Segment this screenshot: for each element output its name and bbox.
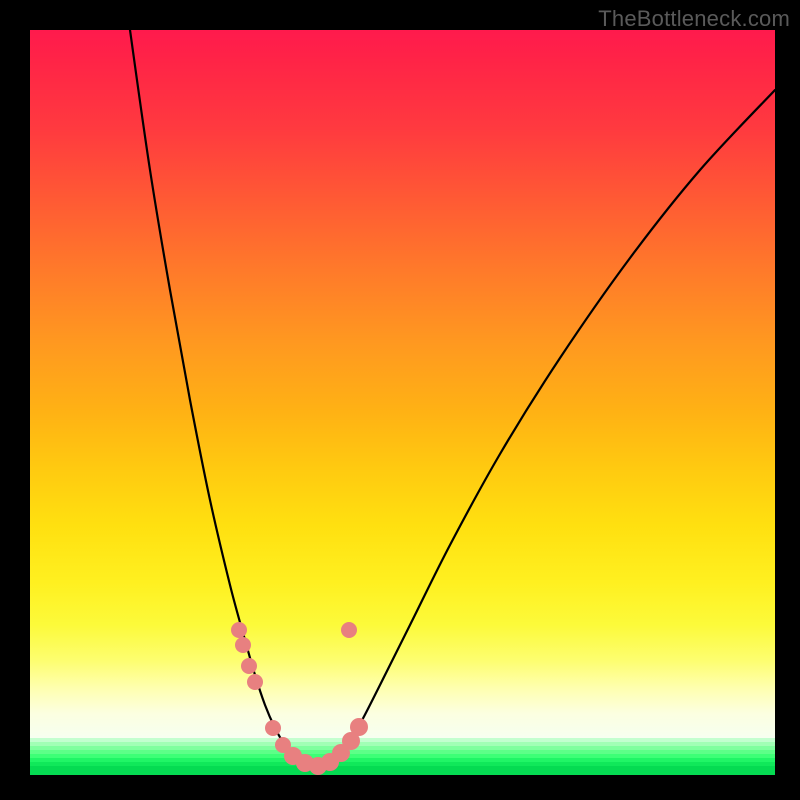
curve-layer: [30, 30, 775, 775]
watermark-text: TheBottleneck.com: [598, 6, 790, 32]
plot-area: [30, 30, 775, 775]
marker-group: [231, 622, 368, 775]
marker-point-2: [241, 658, 257, 674]
marker-point-12: [350, 718, 368, 736]
marker-point-1: [235, 637, 251, 653]
marker-point-4: [265, 720, 281, 736]
bottleneck-curve: [130, 30, 775, 766]
marker-point-13: [341, 622, 357, 638]
marker-point-3: [247, 674, 263, 690]
marker-point-0: [231, 622, 247, 638]
chart-frame: TheBottleneck.com: [0, 0, 800, 800]
